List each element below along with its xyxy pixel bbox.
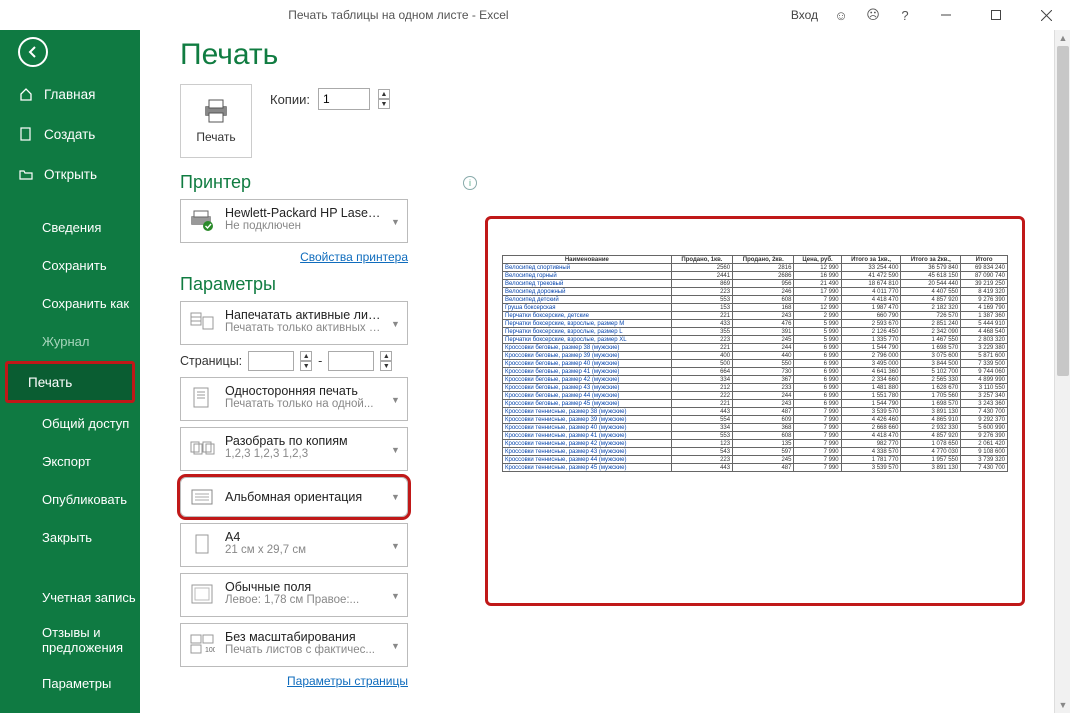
frown-icon[interactable]: ☹ — [864, 6, 882, 24]
copies-input[interactable] — [318, 88, 370, 110]
scroll-down-icon[interactable]: ▼ — [1055, 697, 1070, 713]
scale-combo[interactable]: 100 Без масштабированияПечать листов с ф… — [180, 623, 408, 667]
nav-saveas[interactable]: Сохранить как — [0, 284, 140, 322]
collate-combo[interactable]: Разобрать по копиям1,2,3 1,2,3 1,2,3 ▼ — [180, 427, 408, 471]
pages-from-input[interactable] — [248, 351, 294, 371]
print-button-label: Печать — [196, 130, 235, 144]
preview-table: НаименованиеПродано, 1кв.Продано, 2кв.Це… — [502, 255, 1008, 472]
folder-icon — [18, 166, 34, 182]
margins-combo[interactable]: Обычные поляЛевое: 1,78 см Правое:... ▼ — [180, 573, 408, 617]
nav-home[interactable]: Главная — [0, 74, 140, 114]
pages-to-input[interactable] — [328, 351, 374, 371]
titlebar: Печать таблицы на одном листе - Excel Вх… — [0, 0, 1070, 30]
nav-home-label: Главная — [44, 87, 95, 102]
nav-history[interactable]: Журнал — [0, 322, 140, 360]
nav-open[interactable]: Открыть — [0, 154, 140, 194]
chevron-down-icon: ▼ — [391, 492, 401, 502]
help-icon[interactable]: ? — [896, 6, 914, 24]
page-setup-link[interactable]: Параметры страницы — [287, 674, 408, 688]
nav-info[interactable]: Сведения — [0, 208, 140, 246]
close-button[interactable] — [1028, 1, 1064, 29]
chevron-down-icon: ▼ — [391, 641, 401, 651]
chevron-down-icon: ▼ — [391, 319, 401, 329]
nav-new[interactable]: Создать — [0, 114, 140, 154]
chevron-down-icon: ▼ — [391, 217, 401, 227]
nav-export[interactable]: Экспорт — [0, 442, 140, 480]
printer-properties-link[interactable]: Свойства принтера — [300, 250, 408, 264]
sheets-icon — [187, 308, 217, 336]
minimize-button[interactable] — [928, 1, 964, 29]
scroll-up-icon[interactable]: ▲ — [1055, 30, 1070, 46]
print-preview-page: НаименованиеПродано, 1кв.Продано, 2кв.Це… — [485, 216, 1025, 606]
pages-to-spinner[interactable]: ▲▼ — [380, 351, 392, 371]
nav-new-label: Создать — [44, 127, 95, 142]
nav-save[interactable]: Сохранить — [0, 246, 140, 284]
nav-print[interactable]: Печать — [6, 362, 134, 402]
print-preview-area: НаименованиеПродано, 1кв.Продано, 2кв.Це… — [485, 30, 1070, 713]
printer-combo[interactable]: Hewlett-Packard HP LaserJe...Не подключе… — [180, 199, 408, 243]
nav-share[interactable]: Общий доступ — [0, 404, 140, 442]
backstage-sidebar: Главная Создать Открыть Сведения Сохрани… — [0, 30, 140, 713]
window-title: Печать таблицы на одном листе - Excel — [6, 8, 791, 22]
section-printer: Принтер — [180, 172, 251, 193]
home-icon — [18, 86, 34, 102]
svg-text:100: 100 — [205, 647, 215, 654]
orientation-combo[interactable]: Альбомная ориентация ▼ — [180, 477, 408, 517]
section-params: Параметры — [180, 274, 276, 295]
chevron-down-icon: ▼ — [391, 591, 401, 601]
nav-close[interactable]: Закрыть — [0, 518, 140, 556]
printer-device-icon — [187, 206, 217, 234]
landscape-icon — [187, 483, 217, 511]
pages-from-spinner[interactable]: ▲▼ — [300, 351, 312, 371]
page-icon — [187, 384, 217, 412]
info-icon[interactable]: i — [463, 176, 477, 190]
nav-feedback[interactable]: Отзывы и предложения — [0, 616, 140, 664]
one-sided-combo[interactable]: Односторонняя печатьПечатать только на о… — [180, 377, 408, 421]
chevron-down-icon: ▼ — [391, 395, 401, 405]
scale-icon: 100 — [187, 630, 217, 658]
back-button[interactable] — [18, 37, 48, 67]
vertical-scrollbar[interactable]: ▲ ▼ — [1054, 30, 1070, 713]
login-link[interactable]: Вход — [791, 8, 818, 22]
nav-publish[interactable]: Опубликовать — [0, 480, 140, 518]
paper-combo[interactable]: A421 см x 29,7 см ▼ — [180, 523, 408, 567]
scroll-thumb[interactable] — [1057, 46, 1069, 376]
print-what-combo[interactable]: Напечатать активные листыПечатать только… — [180, 301, 408, 345]
copies-label: Копии: — [270, 92, 310, 107]
chevron-down-icon: ▼ — [391, 445, 401, 455]
new-icon — [18, 126, 34, 142]
pages-label: Страницы: — [180, 354, 242, 368]
print-settings-panel: Печать Печать Копии: ▲▼ Принтер i — [140, 30, 485, 713]
nav-account[interactable]: Учетная запись — [0, 578, 140, 616]
print-button[interactable]: Печать — [180, 84, 252, 158]
page-title: Печать — [180, 38, 485, 72]
chevron-down-icon: ▼ — [391, 541, 401, 551]
maximize-button[interactable] — [978, 1, 1014, 29]
margins-icon — [187, 580, 217, 608]
nav-open-label: Открыть — [44, 167, 97, 182]
collate-icon — [187, 434, 217, 462]
nav-options[interactable]: Параметры — [0, 664, 140, 702]
paper-icon — [187, 530, 217, 558]
smile-icon[interactable]: ☺ — [832, 6, 850, 24]
copies-spinner[interactable]: ▲▼ — [378, 89, 390, 109]
printer-icon — [201, 98, 231, 124]
